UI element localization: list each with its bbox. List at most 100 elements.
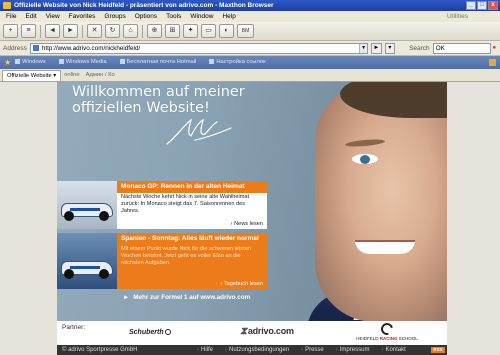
menu-window[interactable]: Window bbox=[190, 13, 213, 20]
search-input[interactable]: OK bbox=[432, 42, 492, 54]
adrivo-logo[interactable]: ⧗adrivo.com bbox=[240, 326, 294, 337]
welcome-line-1: Willkommen auf meiner bbox=[72, 84, 245, 100]
close-button[interactable]: x bbox=[488, 1, 498, 10]
menu-options[interactable]: Options bbox=[135, 13, 157, 20]
news-body: Spanien - Sonntag: Alles läuft wieder no… bbox=[117, 233, 267, 289]
chevron-down-icon[interactable]: ▼ bbox=[359, 43, 368, 53]
zoom-button[interactable]: ⊕ bbox=[147, 24, 162, 38]
tabs-bar: Offizielle Website ▾ online Админ / Ко bbox=[0, 69, 500, 82]
partner-label: Partner: bbox=[62, 324, 86, 331]
arrow-right-icon: › bbox=[381, 347, 384, 353]
schuberth-logo-text: Schuberth bbox=[129, 329, 164, 336]
news-headline[interactable]: Monaco GP: Rennen in der alten Heimat bbox=[117, 181, 267, 193]
link-icon bbox=[15, 59, 21, 65]
footer-links: › Hilfe › Nutzungsbedingungen › Presse › Imp… bbox=[197, 345, 418, 355]
skin-button[interactable]: ◐ bbox=[219, 24, 234, 38]
arrow-right-icon: › bbox=[335, 347, 338, 353]
forward-button[interactable]: ► bbox=[63, 24, 78, 38]
menu-favorites[interactable]: Favorites bbox=[69, 13, 96, 20]
menu-file[interactable]: File bbox=[6, 13, 16, 20]
go-button[interactable]: ► bbox=[371, 42, 382, 54]
news-more-label: News lesen bbox=[234, 221, 263, 227]
menu-edit[interactable]: Edit bbox=[25, 13, 36, 20]
news-headline[interactable]: Spanien - Sonntag: Alles läuft wieder no… bbox=[117, 233, 267, 245]
formel1-link[interactable]: ► Mehr zur Formel 1 auf www.adrivo.com bbox=[123, 294, 250, 301]
footer-link-presse[interactable]: › Presse bbox=[301, 345, 330, 355]
tab-offizielle-website[interactable]: Offizielle Website ▾ bbox=[2, 70, 62, 81]
news-more-link[interactable]: › News lesen bbox=[231, 221, 263, 227]
star-icon[interactable]: ★ bbox=[4, 58, 11, 67]
footer-link-kontakt[interactable]: › Kontakt bbox=[381, 345, 411, 355]
formel1-link-label: Mehr zur Formel 1 auf www.adrivo.com bbox=[133, 294, 251, 301]
tab-label: Offizielle Website bbox=[7, 73, 52, 79]
window-titlebar: Offizielle Website von Nick Heidfeld - p… bbox=[0, 0, 500, 11]
link-windows[interactable]: Windows bbox=[15, 59, 46, 66]
menu-utilities[interactable]: Utilities bbox=[447, 13, 468, 20]
address-input[interactable]: http://www.adrivo.com/nickheidfeld/ ▼ bbox=[29, 42, 369, 54]
heidfeld-racing-school-logo[interactable]: HEIDFELD RACING SCHOOL bbox=[347, 320, 427, 342]
screen-button[interactable]: ▭ bbox=[201, 24, 216, 38]
schuberth-logo[interactable]: Schuberth bbox=[129, 329, 171, 336]
link-windows-media[interactable]: Windows Media bbox=[58, 59, 107, 66]
tab-online[interactable]: online bbox=[61, 70, 82, 81]
menu-bar: File Edit View Favorites Groups Options … bbox=[0, 11, 500, 22]
link-hotmail[interactable]: Бесплатная почта Hotmail bbox=[119, 59, 197, 66]
groups-button[interactable]: ≡ bbox=[21, 24, 36, 38]
menu-help[interactable]: Help bbox=[222, 13, 235, 20]
menu-groups[interactable]: Groups bbox=[104, 13, 125, 20]
maximize-button[interactable]: □ bbox=[477, 1, 487, 10]
footer-link-impressum[interactable]: › Impressum bbox=[336, 345, 376, 355]
search-go-icon[interactable]: ● bbox=[492, 43, 500, 54]
registered-mark bbox=[164, 329, 171, 336]
arrow-right-icon: › bbox=[197, 347, 199, 353]
address-bar: Address http://www.adrivo.com/nickheidfe… bbox=[0, 41, 500, 56]
link-icon bbox=[119, 59, 125, 65]
address-value[interactable]: http://www.adrivo.com/nickheidfeld/ bbox=[42, 45, 359, 52]
partner-bar: Partner: Schuberth ⧗adrivo.com HEIDFELD … bbox=[57, 320, 447, 345]
rss-badge[interactable]: RSS bbox=[431, 347, 445, 353]
car-stripe bbox=[70, 266, 100, 269]
news-card-monaco[interactable]: Monaco GP: Rennen in der alten Heimat Nä… bbox=[57, 181, 267, 229]
driver-smile bbox=[355, 240, 415, 254]
bookmark-button[interactable]: BM bbox=[237, 24, 254, 38]
menu-tools[interactable]: Tools bbox=[166, 13, 181, 20]
home-button[interactable]: ⌂ bbox=[123, 24, 138, 38]
split-view-button[interactable]: ⊞ bbox=[165, 24, 180, 38]
driver-brow bbox=[344, 138, 386, 148]
car-wheel bbox=[99, 269, 109, 279]
signature-graphic bbox=[166, 118, 232, 145]
tab-admin[interactable]: Админ / Ко bbox=[83, 70, 118, 81]
race-car-image bbox=[61, 203, 113, 221]
footer-link-label: Kontakt bbox=[385, 347, 406, 353]
footer-link-label: Presse bbox=[305, 347, 324, 353]
footer-link-hilfe[interactable]: › Hilfe bbox=[197, 345, 219, 355]
link-label: Бесплатная почта Hotmail bbox=[126, 59, 197, 66]
links-menu-icon[interactable] bbox=[489, 59, 496, 66]
racing-school-text-3: SCHOOL bbox=[397, 336, 418, 341]
news-more-label: Tagebuch lesen bbox=[223, 281, 263, 287]
minimize-button[interactable]: _ bbox=[466, 1, 476, 10]
refresh-button[interactable]: ↻ bbox=[105, 24, 120, 38]
link-customize[interactable]: Настройка ссылок bbox=[209, 59, 266, 66]
arrow-right-icon: ► bbox=[123, 294, 130, 301]
menu-view[interactable]: View bbox=[46, 13, 60, 20]
back-button[interactable]: ◄ bbox=[45, 24, 60, 38]
new-tab-button[interactable]: + bbox=[3, 24, 18, 38]
news-thumbnail[interactable] bbox=[57, 181, 117, 229]
racing-school-emblem-icon bbox=[378, 320, 396, 338]
chevron-down-icon[interactable]: ▾ bbox=[53, 73, 56, 79]
driver-hair bbox=[340, 82, 447, 118]
link-label: Настройка ссылок bbox=[216, 59, 266, 66]
link-label: Windows bbox=[22, 59, 46, 66]
plugin-button[interactable]: ✦ bbox=[183, 24, 198, 38]
footer-link-nutzungsbedingungen[interactable]: › Nutzungsbedingungen bbox=[225, 345, 295, 355]
arrow-right-icon: › bbox=[301, 347, 304, 353]
car-wheel bbox=[64, 211, 74, 221]
news-card-spanien[interactable]: Spanien - Sonntag: Alles läuft wieder no… bbox=[57, 233, 267, 289]
news-thumbnail[interactable] bbox=[57, 233, 117, 289]
webpage: Willkommen auf meiner offiziellen Websit… bbox=[57, 82, 447, 345]
news-more-link[interactable]: › Tagebuch lesen bbox=[220, 281, 263, 287]
address-menu-button[interactable]: ▾ bbox=[384, 42, 396, 54]
racing-school-text-2: RACING bbox=[379, 336, 398, 341]
stop-button[interactable]: ✕ bbox=[87, 24, 102, 38]
